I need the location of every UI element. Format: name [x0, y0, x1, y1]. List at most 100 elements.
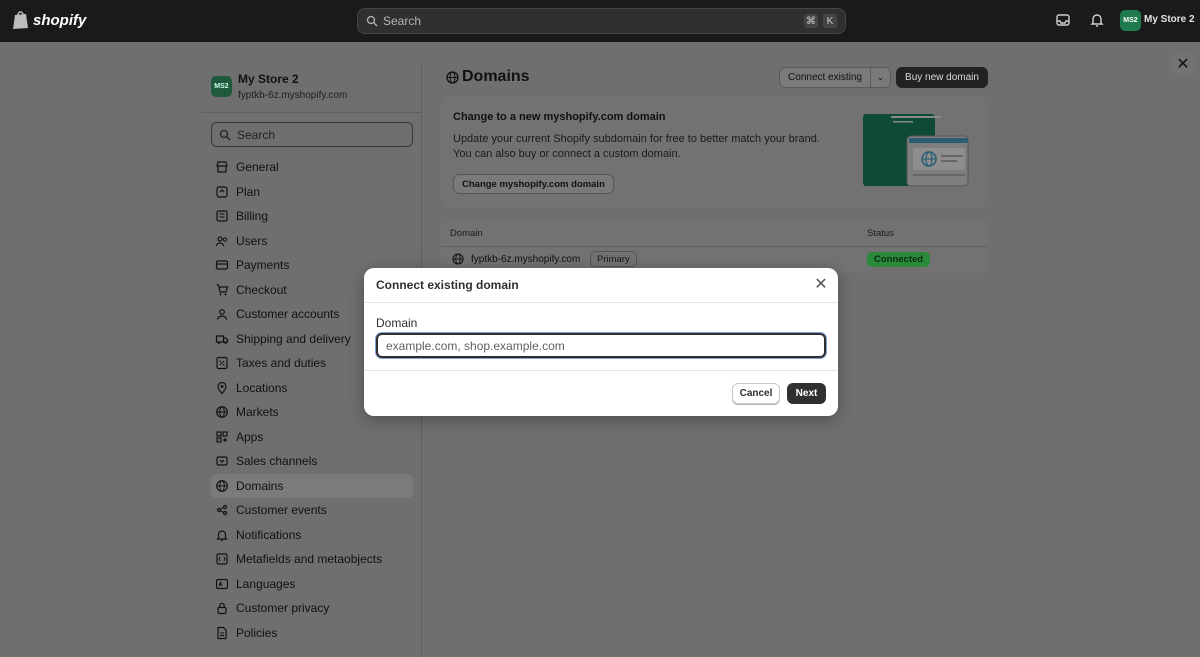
page-title-text: Domains — [462, 68, 530, 85]
events-icon — [216, 505, 228, 516]
sidebar-item-label: Notifications — [236, 527, 302, 542]
domains-table: Domain Status fyptkb-6z.myshopify.com Pr… — [441, 219, 988, 273]
sidebar-item-label: Customer accounts — [236, 307, 340, 322]
inbox-icon[interactable] — [1055, 12, 1071, 28]
location-icon — [217, 381, 227, 395]
sidebar-item-label: Customer events — [236, 503, 327, 518]
shopify-bag-icon — [13, 11, 28, 29]
modal-header: Connect existing domain ✕ — [364, 268, 838, 303]
shopify-wordmark: shopify — [33, 11, 87, 29]
globe-icon — [452, 253, 464, 265]
apps-icon — [216, 431, 228, 443]
sidebar-item-billing[interactable]: Billing — [211, 204, 413, 229]
sidebar-item-label: Domains — [236, 478, 284, 493]
metafields-icon — [216, 553, 228, 565]
settings-search-placeholder: Search — [237, 127, 276, 142]
chevron-down-icon[interactable]: ⌄ — [871, 72, 890, 83]
connect-existing-button[interactable]: Connect existing ⌄ — [779, 67, 891, 88]
browser-illustration-icon — [863, 114, 969, 187]
modal-footer-divider — [364, 370, 838, 371]
search-icon — [366, 15, 378, 27]
globe-icon — [446, 70, 459, 84]
sidebar-item-customer-privacy[interactable]: Customer privacy — [211, 596, 413, 621]
shortcut-key-cmd: ⌘ — [804, 14, 818, 28]
modal-title: Connect existing domain — [376, 278, 519, 292]
sidebar-item-general[interactable]: General — [211, 155, 413, 180]
globe-icon — [216, 479, 228, 492]
promo-description: Update your current Shopify subdomain fo… — [453, 133, 820, 160]
channels-icon — [216, 456, 228, 466]
store-name: My Store 2 — [238, 72, 299, 86]
sidebar-item-label: Billing — [236, 209, 269, 224]
sidebar-item-label: Sales channels — [236, 454, 318, 469]
sidebar-item-label: Payments — [236, 258, 290, 273]
sidebar-item-label: Customer privacy — [236, 601, 330, 616]
sidebar-item-notifications[interactable]: Notifications — [211, 523, 413, 548]
sidebar-item-label: Users — [236, 233, 268, 248]
cart-icon — [216, 284, 229, 296]
global-search-placeholder: Search — [383, 14, 422, 28]
store-header[interactable]: MS2 My Store 2 fyptkb-6z.myshopify.com — [201, 61, 422, 113]
status-badge: Connected — [867, 252, 931, 267]
shortcut-key-k: K — [823, 14, 837, 28]
global-search-input[interactable]: Search ⌘ K — [357, 8, 846, 34]
sidebar-item-label: Checkout — [236, 282, 287, 297]
sidebar-item-label: Taxes and duties — [236, 356, 327, 371]
sidebar-item-apps[interactable]: Apps — [211, 425, 413, 450]
sidebar-item-label: Markets — [236, 405, 279, 420]
sidebar-item-label: Policies — [236, 625, 278, 640]
search-icon — [219, 129, 231, 140]
sidebar-item-label: Shipping and delivery — [236, 331, 351, 346]
store-avatar-top[interactable]: MS2 — [1120, 10, 1141, 31]
domain-name[interactable]: fyptkb-6z.myshopify.com — [471, 254, 580, 265]
truck-icon — [215, 335, 229, 344]
next-button[interactable]: Next — [787, 383, 826, 404]
column-header-status: Status — [867, 228, 894, 239]
plan-icon — [216, 186, 228, 198]
domain-field-label: Domain — [376, 316, 418, 330]
tax-icon — [216, 357, 228, 370]
store-icon — [216, 161, 228, 173]
person-icon — [216, 309, 228, 320]
close-settings-icon[interactable]: ✕ — [1171, 52, 1195, 76]
shopify-logo[interactable]: shopify — [12, 10, 86, 30]
bell-icon[interactable] — [1089, 12, 1105, 28]
change-domain-card: Change to a new myshopify.com domain Upd… — [441, 97, 988, 207]
sidebar-item-label: Plan — [236, 184, 261, 199]
promo-title: Change to a new myshopify.com domain — [453, 111, 666, 123]
table-divider — [441, 246, 988, 247]
change-myshopify-domain-button[interactable]: Change myshopify.com domain — [453, 174, 614, 194]
sidebar-item-label: General — [236, 160, 279, 175]
domain-input[interactable] — [376, 333, 826, 358]
sidebar-item-sales-channels[interactable]: Sales channels — [211, 449, 413, 474]
sidebar-item-policies[interactable]: Policies — [211, 621, 413, 646]
primary-badge: Primary — [590, 251, 637, 267]
payments-icon — [215, 260, 229, 270]
users-icon — [215, 236, 228, 246]
sidebar-item-domains[interactable]: Domains — [211, 473, 413, 498]
language-icon — [215, 578, 229, 589]
cancel-button[interactable]: Cancel — [732, 383, 780, 404]
store-name-top[interactable]: My Store 2 — [1144, 14, 1195, 25]
globe-icon — [216, 406, 228, 419]
billing-icon — [216, 210, 228, 222]
close-icon[interactable]: ✕ — [812, 276, 830, 294]
sidebar-item-metafields-and-metaobjects[interactable]: Metafields and metaobjects — [211, 547, 413, 572]
sidebar-item-label: Apps — [236, 429, 264, 444]
sidebar-item-plan[interactable]: Plan — [211, 180, 413, 205]
sidebar-item-label: Metafields and metaobjects — [236, 552, 383, 567]
sidebar-item-languages[interactable]: Languages — [211, 572, 413, 597]
column-header-domain: Domain — [450, 228, 483, 239]
bell-icon — [216, 530, 228, 541]
connect-domain-modal: Connect existing domain ✕ Domain Cancel … — [364, 268, 838, 416]
sidebar-item-label: Locations — [236, 380, 288, 395]
sidebar-item-customer-events[interactable]: Customer events — [211, 498, 413, 523]
settings-search-input[interactable]: Search — [211, 122, 413, 147]
document-icon — [217, 626, 227, 639]
store-avatar: MS2 — [211, 76, 232, 97]
buy-new-domain-button[interactable]: Buy new domain — [896, 67, 988, 88]
sidebar-item-users[interactable]: Users — [211, 229, 413, 254]
sidebar-item-label: Languages — [236, 576, 296, 591]
top-bar: shopify Search ⌘ K MS2 My Store 2 — [0, 0, 1200, 42]
store-domain: fyptkb-6z.myshopify.com — [238, 90, 348, 101]
